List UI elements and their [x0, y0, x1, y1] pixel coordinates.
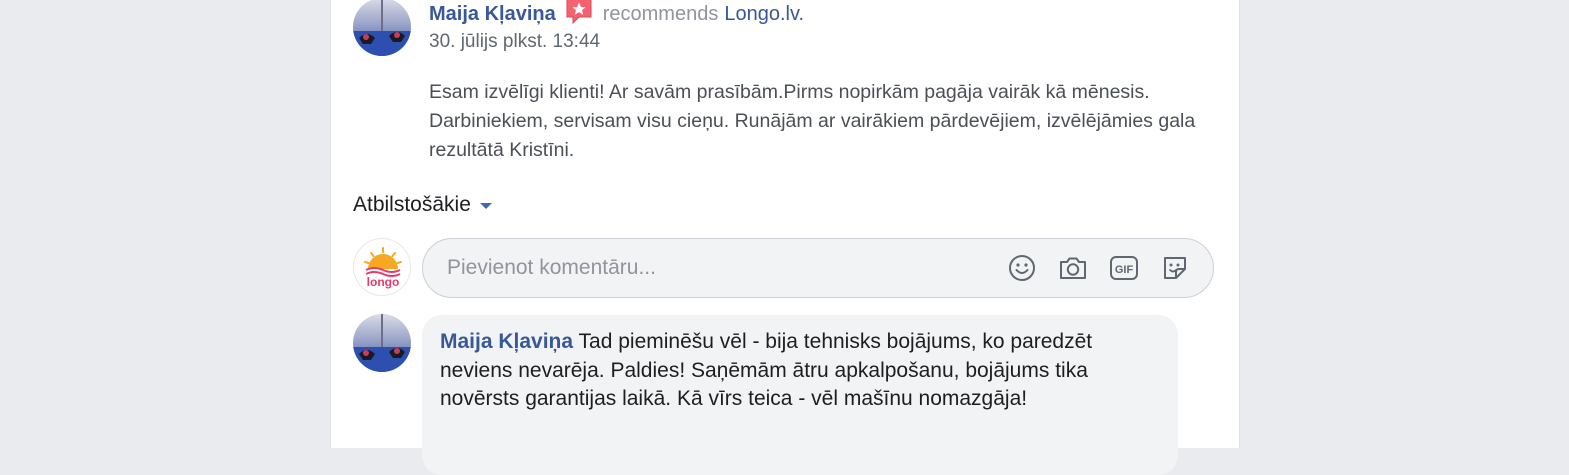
recommend-star-icon [564, 0, 594, 26]
post-header: Maija Kļaviņa recommends Longo.lv. [429, 0, 804, 28]
caret-down-icon [479, 203, 492, 209]
commenter-avatar[interactable] [353, 314, 411, 372]
comment-bubble: Maija Kļaviņa Tad pieminēšu vēl - bija t… [422, 315, 1178, 475]
page-avatar[interactable]: longo [353, 238, 411, 296]
svg-text:longo: longo [367, 275, 400, 289]
recommended-page-link[interactable]: Longo.lv. [724, 3, 804, 26]
sticker-icon[interactable] [1159, 252, 1191, 284]
gif-icon[interactable]: GIF [1108, 252, 1140, 284]
post-card: Maija Kļaviņa recommends Longo.lv. 30. j… [330, 0, 1240, 475]
emoji-icon[interactable] [1006, 252, 1038, 284]
longo-logo: longo [354, 239, 410, 295]
author-avatar[interactable] [353, 0, 411, 56]
svg-text:GIF: GIF [1115, 264, 1134, 276]
comments-sort-dropdown[interactable]: Atbilstošākie [353, 193, 492, 217]
post-text: Esam izvēlīgi klienti! Ar savām prasībām… [429, 81, 1196, 161]
comments-sort-label: Atbilstošākie [353, 193, 471, 216]
camera-icon[interactable] [1057, 252, 1089, 284]
comment-input-tools: GIF [987, 252, 1191, 284]
comment-input-box[interactable]: GIF [422, 238, 1214, 298]
comment-author-name[interactable]: Maija Kļaviņa [440, 330, 573, 353]
recommends-text: recommends [602, 2, 719, 25]
comment-input[interactable] [445, 255, 987, 281]
post-author-name[interactable]: Maija Kļaviņa [429, 3, 556, 26]
post-timestamp[interactable]: 30. jūlijs plkst. 13:44 [429, 31, 600, 53]
